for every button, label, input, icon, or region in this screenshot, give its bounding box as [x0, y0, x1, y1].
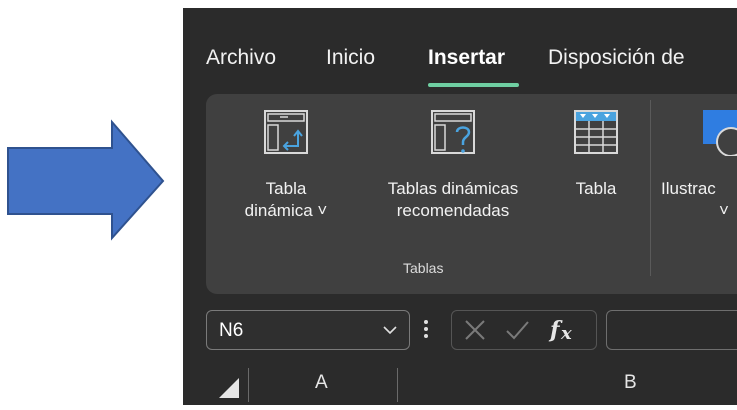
select-all-icon[interactable] — [217, 376, 241, 400]
chevron-down-icon[interactable] — [381, 321, 399, 339]
pivot-table-button[interactable]: Tabla dinámica ˅ — [231, 108, 341, 222]
recommended-pivot-label-1: Tablas dinámicas — [387, 179, 519, 198]
pivot-table-icon — [264, 110, 308, 154]
excel-window: Archivo Inicio Insertar Disposición de T… — [183, 8, 737, 405]
group-label-tablas: Tablas — [403, 260, 444, 276]
pivot-table-label-2: dinámica ˅ — [244, 201, 328, 220]
illustrations-label: Ilustrac — [661, 179, 716, 198]
more-options-icon[interactable] — [423, 318, 429, 340]
formula-buttons: f x — [451, 310, 597, 350]
recommended-pivot-button[interactable]: Tablas dinámicas recomendadas — [353, 108, 553, 222]
svg-text:x: x — [560, 323, 572, 344]
ribbon-separator — [650, 100, 651, 276]
name-box-value: N6 — [219, 320, 244, 341]
name-box[interactable]: N6 — [206, 310, 410, 350]
illustrations-chevron: ˅ — [719, 201, 729, 220]
recommended-pivot-label-2: recomendadas — [396, 201, 510, 220]
table-button[interactable]: Tabla — [561, 108, 631, 200]
pivot-table-label-1: Tabla — [265, 179, 307, 198]
recommended-pivot-icon — [431, 110, 475, 154]
table-icon — [574, 110, 618, 154]
tab-archivo[interactable]: Archivo — [206, 46, 276, 70]
formula-row: N6 f x — [183, 308, 737, 360]
formula-bar-input[interactable] — [606, 310, 737, 350]
function-icon[interactable]: f x — [548, 315, 580, 345]
tab-inicio[interactable]: Inicio — [326, 46, 375, 70]
arrow-right-icon — [7, 119, 165, 241]
tab-disposicion[interactable]: Disposición de — [548, 46, 685, 70]
column-divider — [397, 368, 398, 402]
column-header-b[interactable]: B — [624, 372, 637, 394]
active-tab-indicator — [428, 83, 519, 87]
tab-insertar[interactable]: Insertar — [428, 46, 505, 70]
enter-icon[interactable] — [504, 317, 530, 343]
illustrations-icon — [703, 110, 737, 156]
illustrations-button[interactable]: Ilustrac ˅ — [661, 108, 737, 222]
cancel-icon[interactable] — [462, 317, 488, 343]
column-header-a[interactable]: A — [315, 372, 328, 394]
table-label: Tabla — [575, 179, 617, 198]
column-header-row: A B — [183, 366, 737, 405]
column-divider — [248, 368, 249, 402]
